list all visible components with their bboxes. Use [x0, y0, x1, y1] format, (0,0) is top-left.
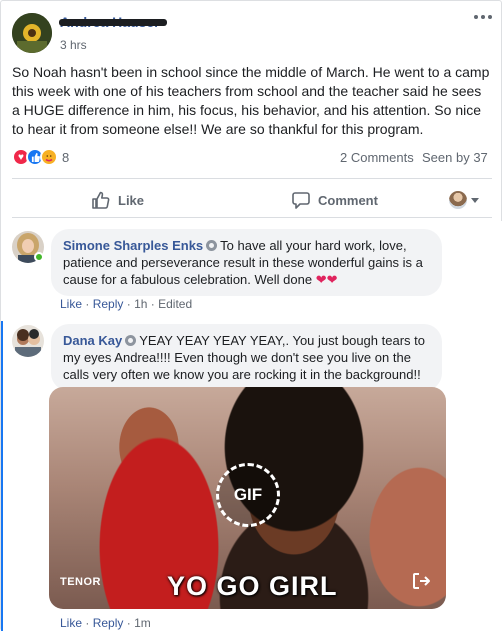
like-button[interactable]: Like	[91, 189, 144, 211]
gif-attachment[interactable]: GIF TENOR YO GO GIRL	[49, 387, 446, 609]
comment-reply-link[interactable]: Reply	[93, 616, 124, 630]
author-name-redaction	[59, 19, 167, 26]
author-avatar[interactable]	[12, 13, 52, 53]
divider	[12, 178, 492, 179]
reaction-count: 8	[62, 149, 70, 165]
comment-author[interactable]: Dana Kay	[63, 333, 122, 348]
care-reaction-icon	[40, 148, 58, 166]
open-external-icon[interactable]	[411, 571, 431, 591]
thread-accent-line	[1, 321, 3, 631]
chevron-down-icon	[471, 197, 479, 203]
comment-button[interactable]: Comment	[291, 189, 378, 211]
online-status-indicator	[34, 252, 44, 262]
seen-by-count[interactable]: Seen by 37	[422, 150, 488, 165]
comment-time[interactable]: 1h	[134, 297, 147, 311]
like-label: Like	[118, 192, 145, 208]
commenter-avatar[interactable]	[12, 325, 44, 357]
comment-as-selector[interactable]	[449, 191, 479, 209]
comment-meta: Like · Reply · 1m	[60, 616, 151, 630]
comment-like-link[interactable]: Like	[60, 616, 82, 630]
post-timestamp[interactable]: 3 hrs	[60, 38, 87, 52]
gif-play-badge[interactable]: GIF	[216, 463, 280, 527]
comment-bubble: Simone Sharples Enks To have all your har…	[51, 229, 442, 296]
comment-meta: Like · Reply · 1h · Edited	[60, 297, 193, 311]
facebook-post: Andrea Hauser 3 hrs So Noah hasn't been …	[0, 0, 502, 631]
comment-bubble-icon	[292, 192, 310, 209]
comments-count-link[interactable]: 2 Comments	[340, 150, 414, 165]
comment-time[interactable]: 1m	[134, 616, 151, 630]
post-body: So Noah hasn't been in school since the …	[12, 64, 490, 137]
comment-author[interactable]: Simone Sharples Enks	[63, 238, 203, 253]
divider	[12, 217, 492, 218]
comment-reply-link[interactable]: Reply	[93, 297, 124, 311]
gif-caption: YO GO GIRL	[167, 571, 338, 601]
comment-bubble: Dana Kay YEAY YEAY YEAY YEAY,. You just b…	[51, 324, 442, 391]
comments-section: Simone Sharples Enks To have all your har…	[1, 221, 502, 631]
comment-label: Comment	[318, 192, 378, 208]
comment-edited[interactable]: Edited	[158, 297, 192, 311]
current-user-avatar	[449, 191, 467, 209]
group-badge-icon	[125, 335, 137, 346]
reactions-summary[interactable]: ♥ 8	[12, 147, 69, 167]
heart-emoji: ❤❤	[315, 272, 338, 287]
group-badge-icon	[206, 240, 218, 251]
thumbs-up-icon	[92, 191, 110, 209]
more-options-icon[interactable]	[473, 11, 493, 23]
gif-provider-label: TENOR	[60, 576, 101, 588]
comment-like-link[interactable]: Like	[60, 297, 82, 311]
